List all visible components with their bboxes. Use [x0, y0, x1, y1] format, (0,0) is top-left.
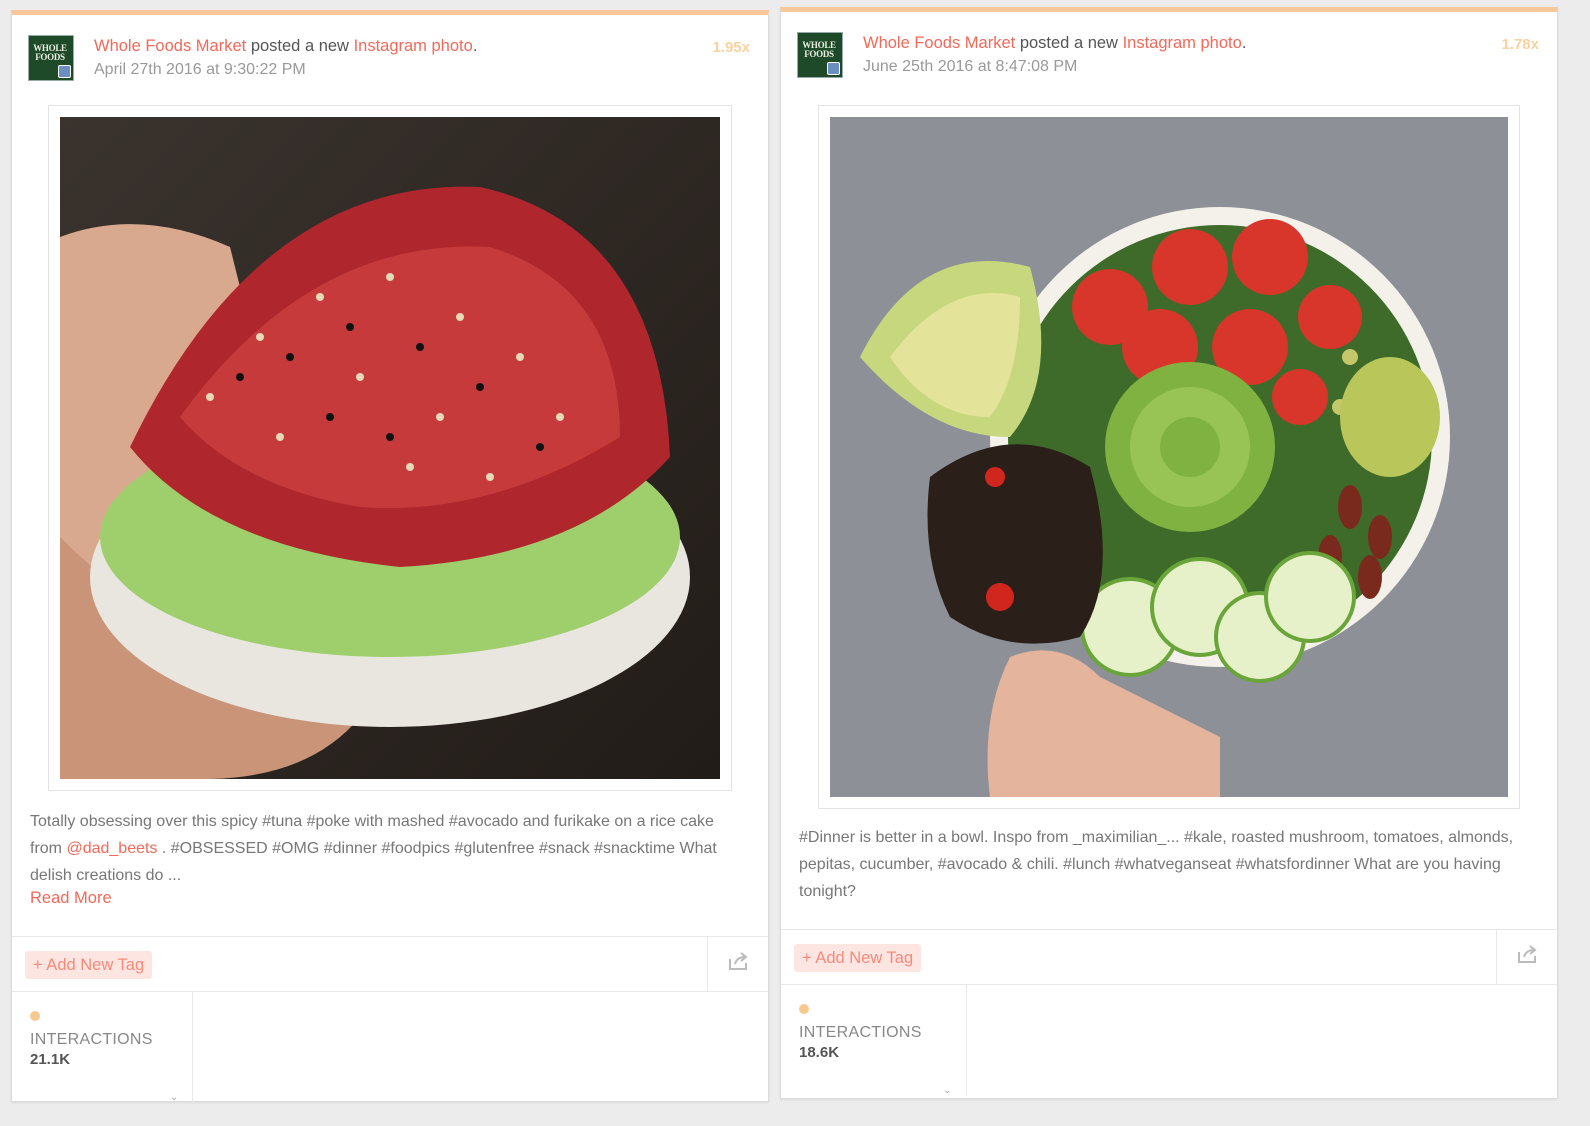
instagram-badge-icon — [827, 62, 840, 75]
brand-avatar[interactable]: WHOLE FOODS — [797, 32, 843, 78]
post-headline: Whole Foods Market posted a new Instagra… — [863, 34, 1246, 53]
headline-period: . — [472, 37, 478, 55]
post-caption: Totally obsessing over this spicy #tuna … — [30, 808, 750, 889]
add-new-tag-button[interactable]: + Add New Tag — [25, 951, 153, 979]
share-cell — [707, 937, 768, 991]
share-cell — [1496, 930, 1557, 984]
interactions-metric: INTERACTIONS 21.1K ⌄ — [12, 991, 193, 1103]
interactions-metric: INTERACTIONS 18.6K ⌄ — [781, 984, 967, 1096]
add-new-tag-button[interactable]: + Add New Tag — [794, 944, 922, 972]
post-header: WHOLE FOODS Whole Foods Market posted a … — [28, 33, 752, 93]
post-headline: Whole Foods Market posted a new Instagra… — [94, 37, 477, 56]
network-link[interactable]: Instagram photo — [1123, 34, 1242, 52]
photo-frame — [818, 105, 1520, 809]
metric-dot — [30, 1011, 40, 1021]
headline-period: . — [1241, 34, 1247, 52]
post-caption: #Dinner is better in a bowl. Inspo from … — [799, 829, 1514, 900]
brand-avatar[interactable]: WHOLE FOODS — [28, 35, 74, 81]
post-timestamp: April 27th 2016 at 9:30:22 PM — [94, 61, 306, 78]
author-link[interactable]: Whole Foods Market — [94, 37, 246, 55]
photo-frame — [48, 105, 732, 791]
network-link[interactable]: Instagram photo — [354, 37, 473, 55]
engagement-multiplier: 1.78x — [1501, 36, 1539, 53]
headline-action: posted a new — [1015, 34, 1123, 52]
post-photo[interactable] — [60, 117, 720, 779]
author-link[interactable]: Whole Foods Market — [863, 34, 1015, 52]
post-photo[interactable] — [830, 117, 1508, 797]
read-more-link[interactable]: Read More — [30, 889, 112, 908]
share-icon[interactable] — [728, 951, 750, 971]
post-header: WHOLE FOODS Whole Foods Market posted a … — [797, 30, 1541, 90]
engagement-multiplier: 1.95x — [712, 39, 750, 56]
avatar-logo-text: WHOLE FOODS — [33, 43, 67, 62]
instagram-badge-icon — [58, 65, 71, 78]
metric-value: 21.1K — [30, 1051, 71, 1068]
share-icon[interactable] — [1517, 944, 1539, 964]
tag-bar: + Add New Tag — [12, 936, 768, 992]
chevron-down-icon[interactable]: ⌄ — [170, 1092, 178, 1103]
post-timestamp: June 25th 2016 at 8:47:08 PM — [863, 58, 1078, 75]
metric-label: INTERACTIONS — [799, 1024, 922, 1041]
avatar-logo-text: WHOLE FOODS — [802, 40, 836, 59]
chevron-down-icon[interactable]: ⌄ — [943, 1085, 951, 1096]
caption-mention-link[interactable]: @dad_beets — [66, 840, 157, 857]
metric-dot — [799, 1004, 809, 1014]
metric-value: 18.6K — [799, 1044, 840, 1061]
headline-action: posted a new — [246, 37, 354, 55]
tag-bar: + Add New Tag — [781, 929, 1557, 985]
post-card: WHOLE FOODS Whole Foods Market posted a … — [11, 10, 769, 1103]
post-card: WHOLE FOODS Whole Foods Market posted a … — [780, 7, 1558, 1099]
metric-label: INTERACTIONS — [30, 1031, 153, 1048]
